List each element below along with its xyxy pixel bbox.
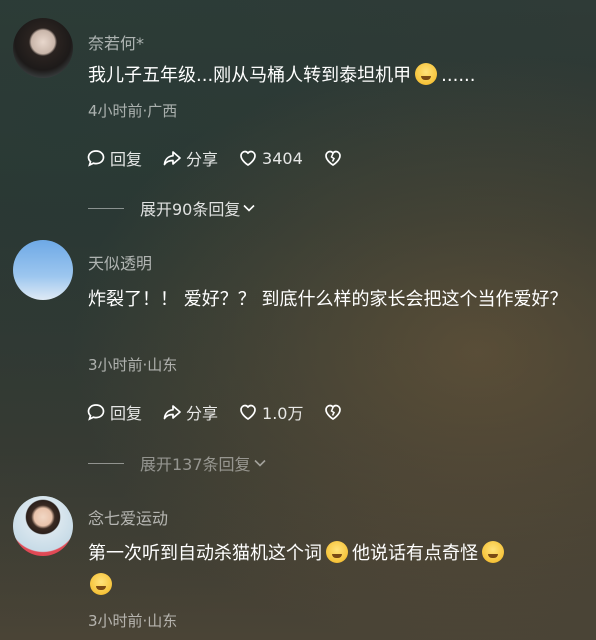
share-label: 分享	[186, 150, 219, 169]
like-count: 3404	[262, 148, 303, 168]
username[interactable]: 天似透明	[88, 250, 152, 274]
avatar[interactable]	[13, 18, 73, 78]
reply-button[interactable]: 回复	[86, 400, 142, 424]
heart-icon	[240, 404, 256, 420]
comment-text: 炸裂了！！ 爱好？？ 到底什么样的家长会把这个当作爱好？	[88, 289, 568, 310]
comment-text-tail: ......	[441, 65, 476, 86]
expand-replies-label: 展开90条回复	[140, 200, 241, 219]
dislike-button[interactable]	[323, 402, 347, 422]
share-label: 分享	[186, 404, 219, 423]
divider	[88, 462, 124, 464]
chevron-down-icon	[243, 204, 255, 212]
comment-meta: 4小时前·广西	[88, 102, 178, 120]
share-button[interactable]: 分享	[162, 146, 218, 170]
dizzy-face-emoji-icon	[415, 63, 438, 85]
reply-label: 回复	[110, 150, 143, 169]
comment-text-part-1: 第一次听到自动杀猫机这个词	[88, 543, 322, 564]
expand-replies-label: 展开137条回复	[140, 455, 251, 474]
tears-of-joy-emoji-icon	[482, 541, 504, 563]
share-icon	[163, 151, 181, 166]
comment-meta: 3小时前·山东	[88, 356, 178, 374]
tears-of-joy-emoji-icon	[90, 573, 112, 595]
expand-replies-button[interactable]: 展开137条回复	[88, 451, 267, 475]
comment-meta: 3小时前·山东	[88, 612, 178, 630]
dislike-button[interactable]	[323, 148, 347, 168]
like-button[interactable]: 3404	[238, 148, 303, 168]
comment-text-part-2: 他说话有点奇怪	[352, 543, 478, 564]
divider	[88, 207, 124, 209]
comment-text-main: 我儿子五年级...刚从马桶人转到泰坦机甲	[88, 65, 412, 86]
fearful-face-emoji-icon	[326, 541, 348, 563]
expand-replies-button[interactable]: 展开90条回复	[88, 196, 256, 220]
chevron-down-icon	[253, 459, 266, 467]
like-count: 1.0万	[262, 404, 304, 423]
comment-text: 第一次听到自动杀猫机这个词 他说话有点奇怪	[88, 538, 578, 602]
broken-heart-icon	[325, 404, 342, 420]
share-icon	[163, 405, 181, 420]
avatar[interactable]	[13, 496, 73, 556]
reply-icon	[87, 404, 105, 421]
comment-actions: 回复 分享 1.0万	[86, 400, 367, 424]
username[interactable]: 念七爱运动	[88, 505, 168, 529]
reply-button[interactable]: 回复	[86, 146, 142, 170]
reply-icon	[87, 150, 105, 167]
broken-heart-icon	[324, 150, 341, 166]
share-button[interactable]: 分享	[162, 400, 218, 424]
avatar[interactable]	[13, 240, 73, 300]
like-button[interactable]: 1.0万	[238, 400, 303, 424]
heart-icon	[240, 150, 256, 166]
username[interactable]: 奈若何*	[88, 30, 144, 54]
comment-actions: 回复 分享 3404	[86, 146, 367, 170]
comment-text: 我儿子五年级...刚从马桶人转到泰坦机甲......	[88, 60, 578, 92]
reply-label: 回复	[110, 404, 143, 423]
